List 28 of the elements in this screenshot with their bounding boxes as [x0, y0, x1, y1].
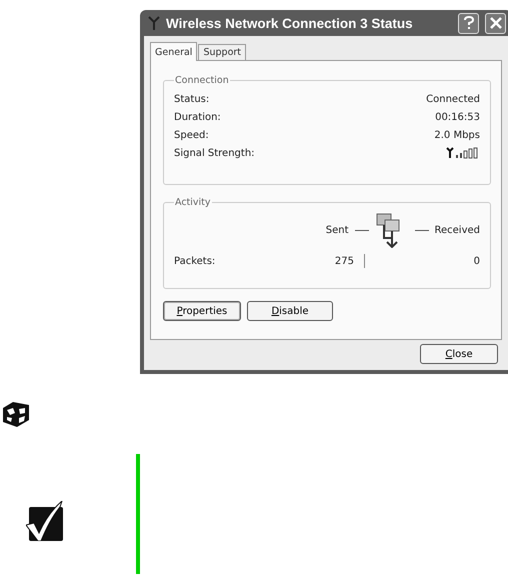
close-button[interactable] — [485, 12, 506, 34]
packets-sent-value: 275 — [334, 256, 354, 266]
packets-received-value: 0 — [472, 256, 480, 266]
panel-button[interactable]: Disable — [247, 301, 333, 321]
field-label: Speed: — [174, 130, 209, 140]
field-value: Connected — [426, 94, 480, 104]
received-label: Received — [434, 224, 480, 236]
group-title: Connection — [174, 75, 230, 86]
sent-label: Sent — [326, 224, 348, 236]
close-icon — [490, 17, 502, 29]
group-title: Activity — [174, 197, 212, 208]
panel-button[interactable]: Properties — [163, 301, 241, 321]
cube-logo-icon — [1, 400, 31, 428]
tab[interactable]: Support — [198, 44, 246, 60]
tab[interactable]: General — [150, 42, 198, 61]
field-label: Signal Strength: — [174, 148, 255, 158]
field-value: 00:16:53 — [435, 112, 480, 122]
field-label: Status: — [174, 94, 210, 104]
close-dialog-button[interactable]: Close — [420, 344, 498, 364]
window-title: Wireless Network Connection 3 Status — [166, 16, 414, 30]
antenna-icon — [148, 16, 160, 30]
checkmark-icon — [26, 501, 64, 541]
signal-strength-icon — [446, 147, 480, 159]
help-button[interactable] — [458, 12, 479, 34]
packets-label: Packets: — [174, 256, 216, 266]
field-label: Duration: — [174, 112, 221, 122]
help-icon — [462, 16, 474, 30]
field-value: 2.0 Mbps — [434, 130, 480, 140]
